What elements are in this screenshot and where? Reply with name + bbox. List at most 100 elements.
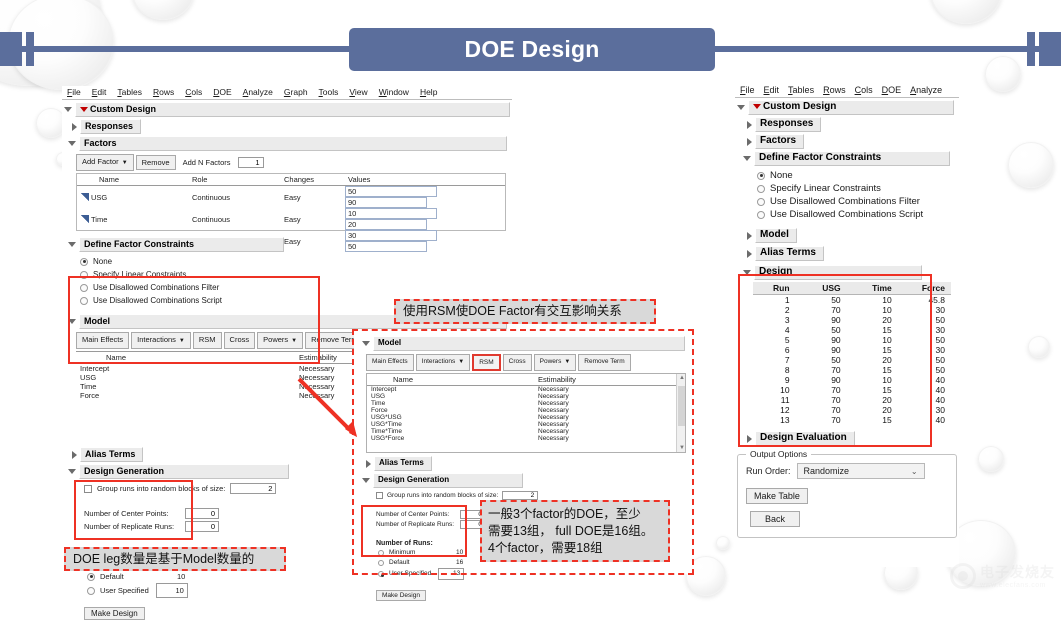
radio-button[interactable] (80, 270, 88, 279)
disclosure-open-icon[interactable] (68, 141, 76, 146)
factor-high-value[interactable]: 90 (345, 197, 427, 208)
table-row[interactable]: 6 90 15 30 (753, 345, 951, 355)
menu-item-window[interactable]: Window (379, 87, 409, 97)
left-factors-node[interactable]: Factors (68, 136, 512, 151)
constraint-option-specify-linear-constraints[interactable]: Specify Linear Constraints (80, 268, 512, 281)
make-design-button[interactable]: Make Design (376, 590, 426, 601)
run-order-select[interactable]: Randomize ⌄ (796, 463, 925, 479)
menu-item-graph[interactable]: Graph (284, 87, 308, 97)
menu-item-analyze[interactable]: Analyze (243, 87, 273, 97)
factor-low-value[interactable]: 10 (345, 208, 437, 219)
disclosure-closed-icon[interactable] (747, 137, 752, 146)
disclosure-closed-icon[interactable] (747, 434, 752, 443)
constraint-option-use-disallowed-combinations-script[interactable]: Use Disallowed Combinations Script (757, 208, 959, 221)
menu-item-rows[interactable]: Rows (823, 85, 846, 95)
center-points-input[interactable]: 0 (185, 508, 219, 519)
right-constraints-node[interactable]: Define Factor Constraints (743, 151, 959, 166)
back-button[interactable]: Back (750, 511, 801, 527)
right-custom-design-node[interactable]: Custom Design (737, 100, 959, 115)
menu-item-doe[interactable]: DOE (213, 87, 231, 97)
constraint-option-specify-linear-constraints[interactable]: Specify Linear Constraints (757, 182, 959, 195)
menu-item-rows[interactable]: Rows (153, 87, 174, 97)
table-row[interactable]: Time Continuous Easy 1020 (77, 208, 505, 230)
table-row[interactable]: 8 70 15 50 (753, 365, 951, 375)
table-row[interactable]: 13 70 15 40 (753, 415, 951, 425)
left-runs-user-input[interactable]: 10 (155, 583, 188, 598)
table-row[interactable]: USG Continuous Easy 5090 (77, 186, 505, 208)
right-design-node[interactable]: Design (743, 265, 959, 280)
table-row[interactable]: 5 90 10 50 (753, 335, 951, 345)
table-row[interactable]: 4 50 15 30 (753, 325, 951, 335)
menu-item-cols[interactable]: Cols (855, 85, 873, 95)
radio-button[interactable] (757, 197, 765, 206)
disclosure-closed-icon[interactable] (747, 120, 752, 129)
table-row[interactable]: 3 90 20 50 (753, 315, 951, 325)
disclosure-closed-icon[interactable] (747, 249, 752, 258)
menu-item-analyze[interactable]: Analyze (910, 85, 942, 95)
factor-low-value[interactable]: 50 (345, 186, 437, 197)
constraint-option-none[interactable]: None (757, 169, 959, 182)
table-row[interactable]: 10 70 15 40 (753, 385, 951, 395)
rsm-button[interactable]: RSM (192, 332, 222, 349)
disclosure-closed-icon[interactable] (72, 122, 77, 131)
menu-item-tables[interactable]: Tables (788, 85, 814, 95)
menu-item-edit[interactable]: Edit (92, 87, 107, 97)
right-responses-node[interactable]: Responses (747, 117, 959, 132)
disclosure-closed-icon[interactable] (72, 450, 77, 459)
disclosure-open-icon[interactable] (64, 107, 72, 112)
table-row[interactable]: 12 70 20 30 (753, 405, 951, 415)
radio-button[interactable] (757, 184, 765, 193)
menu-item-cols[interactable]: Cols (185, 87, 202, 97)
constraint-option-use-disallowed-combinations-filter[interactable]: Use Disallowed Combinations Filter (757, 195, 959, 208)
menu-item-file[interactable]: File (67, 87, 81, 97)
disclosure-open-icon[interactable] (737, 105, 745, 110)
constraint-option-use-disallowed-combinations-filter[interactable]: Use Disallowed Combinations Filter (80, 281, 512, 294)
disclosure-closed-icon[interactable] (747, 231, 752, 240)
radio-button[interactable] (757, 171, 765, 180)
right-menu-bar[interactable]: File Edit Tables Rows Cols DOE Analyze (735, 84, 959, 98)
left-custom-design-node[interactable]: Custom Design (64, 102, 512, 117)
left-responses-node[interactable]: Responses (72, 119, 512, 134)
radio-button[interactable] (80, 257, 88, 266)
left-menu-bar[interactable]: File Edit Tables Rows Cols DOE Analyze Graph Too… (62, 86, 512, 100)
add-n-factors-input[interactable]: 1 (237, 157, 264, 168)
group-runs-checkbox[interactable] (84, 484, 92, 493)
radio-user-specified[interactable] (87, 586, 95, 595)
menu-item-tables[interactable]: Tables (117, 87, 142, 97)
make-table-button[interactable]: Make Table (746, 488, 808, 504)
main-effects-button[interactable]: Main Effects (76, 332, 130, 349)
right-design-eval-node[interactable]: Design Evaluation (747, 431, 959, 446)
right-model-node[interactable]: Model (747, 228, 959, 243)
remove-factor-button[interactable]: Remove (135, 155, 176, 170)
powers-button[interactable]: Powers ▼ (257, 332, 304, 349)
disclosure-open-icon[interactable] (68, 242, 76, 247)
constraint-option-none[interactable]: None (80, 255, 512, 268)
table-row[interactable]: 2 70 10 30 (753, 305, 951, 315)
menu-item-file[interactable]: File (740, 85, 755, 95)
radio-button[interactable] (80, 283, 88, 292)
radio-button[interactable] (80, 296, 88, 305)
disclosure-open-icon[interactable] (68, 319, 76, 324)
menu-item-help[interactable]: Help (420, 87, 437, 97)
make-design-button[interactable]: Make Design (84, 607, 145, 620)
disclosure-open-icon[interactable] (743, 156, 751, 161)
left-runs-default-row[interactable]: Default 10 (87, 570, 210, 583)
radio-button[interactable] (757, 210, 765, 219)
group-runs-input[interactable]: 2 (230, 483, 277, 494)
add-factor-button[interactable]: Add Factor ▼ (76, 154, 134, 171)
cross-button[interactable]: Cross (223, 332, 256, 349)
table-row[interactable]: 7 50 20 50 (753, 355, 951, 365)
red-triangle-icon[interactable] (80, 107, 88, 113)
factor-low-value[interactable]: 30 (345, 230, 437, 241)
right-alias-node[interactable]: Alias Terms (747, 246, 959, 261)
right-factors-node[interactable]: Factors (747, 134, 959, 149)
table-row[interactable]: 11 70 20 40 (753, 395, 951, 405)
menu-item-view[interactable]: View (349, 87, 367, 97)
interactions-button[interactable]: Interactions ▼ (131, 332, 191, 349)
menu-item-tools[interactable]: Tools (319, 87, 339, 97)
left-runs-user-row[interactable]: User Specified 10 (87, 583, 210, 598)
disclosure-open-icon[interactable] (743, 270, 751, 275)
table-row[interactable]: 1 50 10 45.8 (753, 295, 951, 305)
menu-item-doe[interactable]: DOE (882, 85, 902, 95)
table-row[interactable]: 9 90 10 40 (753, 375, 951, 385)
